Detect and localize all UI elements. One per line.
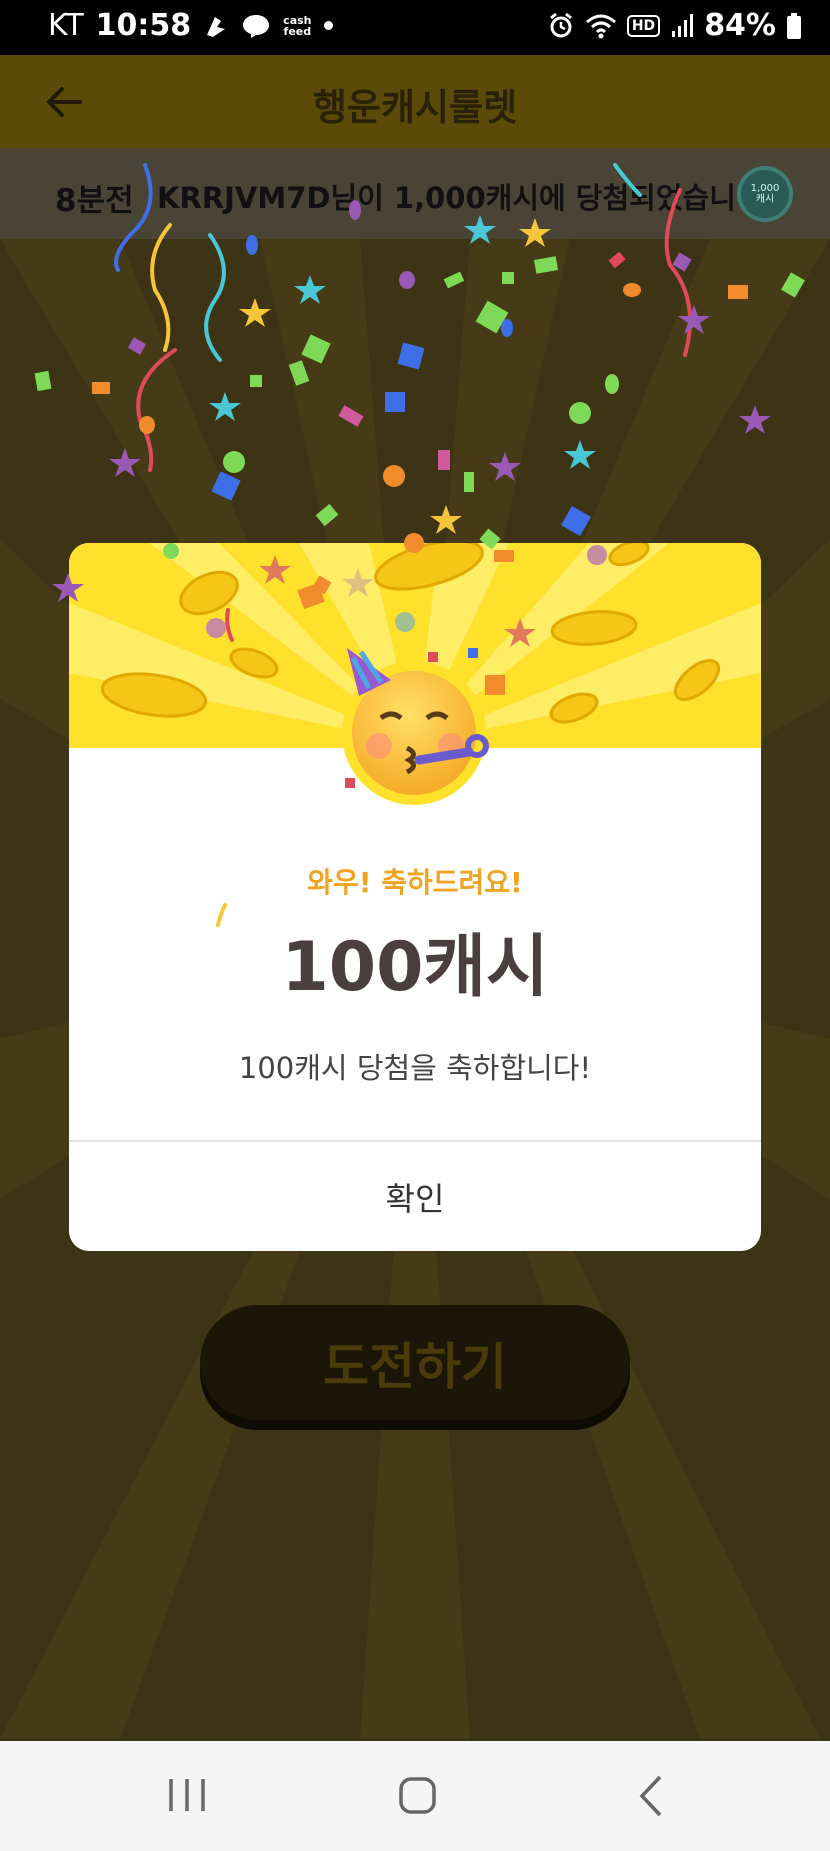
confirm-button[interactable]: 확인 xyxy=(69,1142,761,1251)
app-header: 행운캐시룰렛 xyxy=(0,55,830,148)
partying-face-icon xyxy=(329,638,499,808)
wifi-icon xyxy=(585,12,617,40)
challenge-button[interactable]: 도전하기 xyxy=(200,1305,630,1420)
recents-icon[interactable] xyxy=(157,1771,217,1821)
battery-percent: 84% xyxy=(704,8,776,43)
winner-ticker: 8분전 KRRJVM7D님이 1,000캐시에 당첨되었습니다. xyxy=(0,148,830,239)
alarm-icon xyxy=(547,12,575,40)
notification-app-icon xyxy=(203,13,229,39)
home-icon[interactable] xyxy=(388,1771,448,1821)
page-title: 행운캐시룰렛 xyxy=(312,86,518,129)
ticker-time: 8분전 xyxy=(55,183,134,219)
status-bar: KT 10:58 cash feed HD 84% xyxy=(0,0,830,55)
hd-voice-icon: HD xyxy=(626,14,661,37)
clock: 10:58 xyxy=(95,8,192,43)
reward-amount: 100캐시 xyxy=(281,928,549,1007)
reward-modal: 와우! 축하드려요! 100캐시 100캐시 당첨을 축하합니다! 확인 xyxy=(69,543,761,1251)
cashfeed-logo: cash feed xyxy=(283,13,312,38)
cash-chip-icon: 1,000 캐시 xyxy=(737,166,793,222)
chat-icon xyxy=(241,13,271,39)
battery-icon xyxy=(786,12,802,40)
congrats-headline: 와우! 축하드려요! xyxy=(307,866,523,899)
back-icon[interactable] xyxy=(622,1771,682,1821)
system-nav-bar xyxy=(0,1741,830,1851)
ticker-message: KRRJVM7D님이 1,000캐시에 당첨되었습니다. xyxy=(157,181,774,215)
signal-icon xyxy=(670,13,694,39)
more-notifications-dot xyxy=(323,21,333,30)
reward-description: 100캐시 당첨을 축하합니다! xyxy=(238,1051,592,1085)
carrier-label: KT xyxy=(48,8,84,43)
